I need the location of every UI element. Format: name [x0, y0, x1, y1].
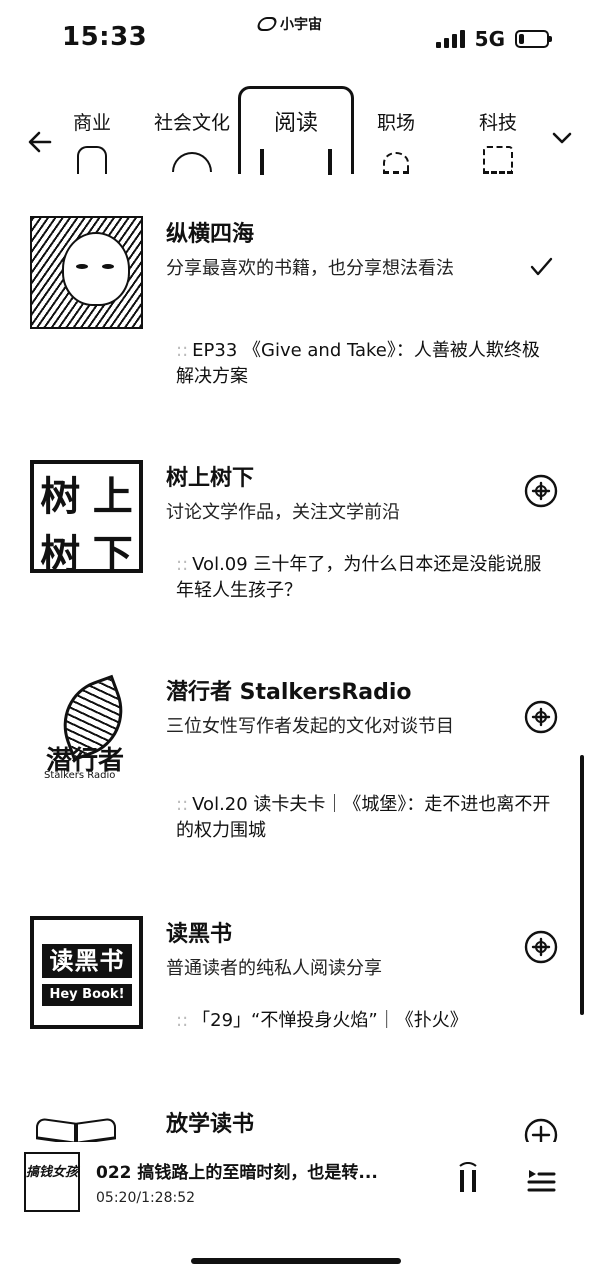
podcast-description: 讨论文学作品，关注文学前沿 [166, 502, 400, 523]
tab-career[interactable]: 职场 [350, 86, 442, 174]
latest-episode[interactable]: :: 「29」“不惮投身火焰”｜《扑火》 [176, 1008, 556, 1034]
scrollbar[interactable] [580, 755, 584, 1015]
tab-label: 商业 [72, 112, 111, 134]
network-label: 5G [474, 27, 505, 51]
tab-business[interactable]: 商业 [46, 86, 138, 174]
open-book-icon [76, 1117, 116, 1145]
status-indicators: 5G [435, 27, 552, 51]
episode-title: 「29」“不惮投身火焰”｜《扑火》 [192, 1010, 468, 1031]
mini-player[interactable]: 搞钱女孩 022 搞钱路上的至暗时刻，也是转... 05:20/1:28:52 [0, 1142, 591, 1230]
cover-text: Hey Book! [42, 984, 132, 1006]
tab-label: 阅读 [273, 111, 318, 136]
podcast-cover[interactable]: 潜行者 Stalkers Radio [30, 674, 143, 787]
category-tabs: 商业 社会文化 阅读 职场 科技 [0, 86, 591, 175]
podcast-title: 放学读书 [166, 1112, 255, 1137]
podcast-item[interactable]: 纵横四海 分享最喜欢的书籍，也分享想法看法 :: EP33 《Give and T… [0, 200, 591, 430]
tab-label: 社会文化 [153, 112, 230, 134]
cover-text: 树 [40, 531, 81, 573]
podcast-description: 分享最喜欢的书籍，也分享想法看法 [166, 258, 454, 279]
podcast-item[interactable]: 读黑书 Hey Book! 读黑书 普通读者的纯私人阅读分享 :: 「29」“不惮… [0, 900, 591, 1110]
episode-title: EP33 《Give and Take》：人善被人欺终极解决方案 [176, 340, 540, 387]
playlist-icon[interactable] [526, 1166, 556, 1196]
logo-icon [255, 17, 279, 31]
subscribe-icon[interactable] [524, 474, 558, 508]
subscribe-icon[interactable] [524, 930, 558, 964]
logo-text: 小宇宙 [280, 17, 322, 33]
podcast-cover[interactable]: 树 上 树 下 [30, 460, 143, 573]
player-cover[interactable]: 搞钱女孩 [24, 1152, 80, 1212]
status-time: 15:33 [62, 22, 148, 52]
cover-text: 下 [92, 531, 133, 573]
podcast-title: 树上树下 [166, 466, 255, 491]
podcast-description: 普通读者的纯私人阅读分享 [166, 958, 382, 979]
home-indicator[interactable] [191, 1258, 401, 1264]
tab-reading[interactable]: 阅读 [238, 86, 354, 175]
podcast-title: 纵横四海 [166, 222, 255, 247]
open-book-icon [36, 1117, 76, 1145]
tab-social-culture[interactable]: 社会文化 [146, 86, 238, 174]
latest-episode[interactable]: :: EP33 《Give and Take》：人善被人欺终极解决方案 [176, 338, 556, 390]
podcast-cover[interactable]: 读黑书 Hey Book! [30, 916, 143, 1029]
category-icon [77, 146, 107, 174]
tab-label: 科技 [478, 112, 517, 134]
player-progress-time: 05:20/1:28:52 [96, 1190, 196, 1206]
cover-text: 上 [92, 473, 133, 520]
chevron-down-icon[interactable] [550, 126, 574, 150]
cover-text: 树 [40, 473, 81, 520]
podcast-title: 潜行者 StalkersRadio [166, 680, 412, 705]
tab-label: 职场 [376, 112, 415, 134]
episode-title: Vol.09 三十年了，为什么日本还是没能说服年轻人生孩子？ [176, 554, 542, 601]
podcast-item[interactable]: 树 上 树 下 树上树下 讨论文学作品，关注文学前沿 :: Vol.09 三十年了… [0, 444, 591, 674]
status-bar: 15:33 小宇宙 5G [0, 0, 591, 80]
subscribe-icon[interactable] [524, 700, 558, 734]
battery-icon [515, 30, 552, 48]
player-episode-title[interactable]: 022 搞钱路上的至暗时刻，也是转... [96, 1158, 426, 1183]
cover-text: Stalkers Radio [44, 770, 116, 781]
signal-icon [435, 30, 465, 48]
pause-icon[interactable] [456, 1162, 482, 1198]
podcast-item[interactable]: 放学读书 [0, 1088, 591, 1148]
latest-episode[interactable]: :: Vol.20 读卡夫卡｜《城堡》：走不进也离不开的权力围城 [176, 792, 556, 844]
podcast-title: 读黑书 [166, 922, 233, 947]
category-icon [483, 146, 513, 174]
latest-episode[interactable]: :: Vol.09 三十年了，为什么日本还是没能说服年轻人生孩子？ [176, 552, 556, 604]
podcast-item[interactable]: 潜行者 Stalkers Radio 潜行者 StalkersRadio 三位女… [0, 658, 591, 888]
app-logo: 小宇宙 [255, 14, 322, 34]
category-icon [260, 149, 332, 175]
tab-technology[interactable]: 科技 [452, 86, 544, 174]
podcast-cover[interactable] [30, 216, 143, 329]
category-icon [383, 152, 409, 174]
podcast-description: 三位女性写作者发起的文化对谈节目 [166, 716, 454, 737]
episode-title: Vol.20 读卡夫卡｜《城堡》：走不进也离不开的权力围城 [176, 794, 551, 841]
category-icon [172, 152, 212, 172]
portrait-illustration-icon [62, 232, 130, 306]
cover-text: 读黑书 [42, 944, 132, 978]
checkmark-icon[interactable] [524, 250, 558, 284]
